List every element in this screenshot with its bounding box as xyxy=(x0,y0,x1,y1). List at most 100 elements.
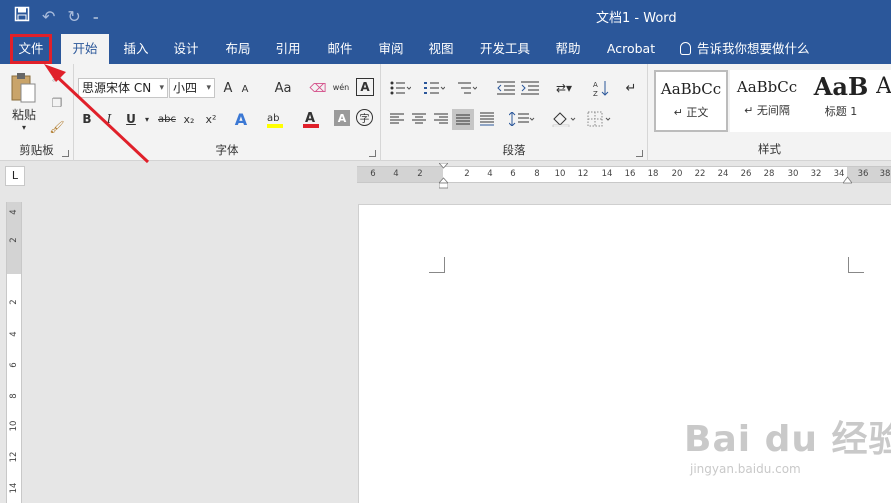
watermark-main: Bai du 经验 xyxy=(684,419,891,460)
align-left-icon[interactable] xyxy=(387,110,407,128)
ruler-tick: 6 xyxy=(9,362,19,368)
tab-review[interactable]: 审阅 xyxy=(369,34,413,64)
svg-text:A: A xyxy=(305,111,315,126)
ruler-tick: 2 xyxy=(9,237,19,243)
style-sample: A xyxy=(876,74,891,99)
ruler-tick: 8 xyxy=(9,393,19,399)
tab-mailings[interactable]: 邮件 xyxy=(318,34,362,64)
ruler-tick: 14 xyxy=(9,482,19,494)
enclose-characters-icon[interactable]: 字 xyxy=(356,109,373,126)
ruler-tick: 16 xyxy=(624,169,636,179)
sort-icon[interactable]: AZ xyxy=(591,78,611,98)
clear-formatting-icon[interactable]: ⌫ xyxy=(308,78,328,98)
paragraph-group: ⇄▾ AZ ↵ 段落 xyxy=(381,64,648,161)
style-normal[interactable]: AaBbCc ↵ 正文 xyxy=(654,70,728,132)
font-size-select[interactable]: 小四 xyxy=(169,78,215,98)
character-border-icon[interactable]: A xyxy=(356,78,374,96)
ribbon-tabs: 文件 开始 插入 设计 布局 引用 邮件 审阅 视图 开发工具 帮助 Acrob… xyxy=(0,34,891,64)
borders-icon[interactable] xyxy=(585,109,615,129)
tab-insert[interactable]: 插入 xyxy=(114,34,158,64)
paste-button[interactable]: 粘贴 ▾ xyxy=(6,70,42,134)
chinese-layout-icon[interactable]: ⇄▾ xyxy=(549,78,579,98)
style-no-spacing[interactable]: AaBbCc ↵ 无间隔 xyxy=(730,70,804,132)
ruler-tick: 26 xyxy=(740,169,752,179)
style-sample: AaBbCc xyxy=(660,80,722,98)
redo-icon[interactable]: ↻ xyxy=(67,7,80,27)
numbering-icon[interactable] xyxy=(421,78,447,98)
ruler-tick: 2 xyxy=(9,299,19,305)
crop-mark xyxy=(848,257,864,273)
paste-icon xyxy=(11,73,36,103)
justify-icon[interactable] xyxy=(452,109,474,130)
grow-font-button[interactable]: A xyxy=(220,78,236,98)
dialog-launcher-icon[interactable] xyxy=(62,150,69,157)
phonetic-guide-button[interactable]: wén xyxy=(330,76,352,98)
ruler-tick: 4 xyxy=(9,209,19,215)
crop-mark xyxy=(429,257,445,273)
undo-icon[interactable]: ↶ xyxy=(42,7,55,27)
styles-gallery: AaBbCc ↵ 正文 AaBbCc ↵ 无间隔 AaB 标题 1 A xyxy=(652,70,891,134)
tab-selector[interactable]: L xyxy=(5,166,25,186)
tab-layout[interactable]: 布局 xyxy=(216,34,260,64)
character-shading-icon[interactable]: A xyxy=(334,110,350,126)
line-spacing-icon[interactable] xyxy=(507,110,537,128)
indent-marker-icon[interactable] xyxy=(439,163,448,189)
format-painter-icon[interactable]: 🖌 xyxy=(48,118,66,136)
font-name-select[interactable]: 思源宋体 CN xyxy=(78,78,168,98)
tab-home[interactable]: 开始 xyxy=(61,34,109,64)
font-group: 思源宋体 CN 小四 A A Aa ⌫ wén A B I U ▾ abc x₂… xyxy=(74,64,381,161)
bullets-icon[interactable] xyxy=(387,78,413,98)
subscript-button[interactable]: x₂ xyxy=(180,110,198,128)
horizontal-ruler[interactable]: 6 4 2 2 4 6 8 10 12 14 16 18 20 22 24 26… xyxy=(357,163,891,189)
text-effects-icon[interactable]: A xyxy=(230,108,252,130)
ribbon-home: 粘贴 ▾ ✂ ❐ 🖌 剪贴板 思源宋体 CN 小四 A A Aa ⌫ wén A… xyxy=(0,64,891,161)
increase-indent-icon[interactable] xyxy=(519,78,541,98)
bold-button[interactable]: B xyxy=(78,110,96,128)
tab-help[interactable]: 帮助 xyxy=(546,34,590,64)
shrink-font-button[interactable]: A xyxy=(238,80,252,98)
decrease-indent-icon[interactable] xyxy=(495,78,517,98)
tab-design[interactable]: 设计 xyxy=(164,34,208,64)
highlight-color-icon[interactable]: ab xyxy=(264,108,286,130)
lightbulb-icon xyxy=(680,42,691,55)
change-case-button[interactable]: Aa xyxy=(268,78,298,98)
ruler-tick: 8 xyxy=(534,169,540,179)
ruler-tick: 2 xyxy=(464,169,470,179)
customize-qat-icon[interactable]: ₌ xyxy=(93,7,99,27)
font-color-icon[interactable]: A xyxy=(300,108,322,130)
dialog-launcher-icon[interactable] xyxy=(636,150,643,157)
paragraph-group-label: 段落 xyxy=(502,143,526,157)
tab-developer[interactable]: 开发工具 xyxy=(472,34,538,64)
ruler-tick: 12 xyxy=(9,451,19,463)
superscript-button[interactable]: x² xyxy=(202,110,220,128)
shading-icon[interactable] xyxy=(549,109,579,129)
style-name: ↵ 正文 xyxy=(673,106,709,119)
style-heading-1[interactable]: AaB 标题 1 xyxy=(804,70,878,132)
tell-me-search[interactable]: 告诉我你想要做什么 xyxy=(680,34,810,64)
ruler-tick: 32 xyxy=(810,169,822,179)
tab-references[interactable]: 引用 xyxy=(266,34,310,64)
strikethrough-button[interactable]: abc xyxy=(156,110,178,128)
tab-view[interactable]: 视图 xyxy=(419,34,463,64)
dialog-launcher-icon[interactable] xyxy=(369,150,376,157)
align-right-icon[interactable] xyxy=(431,110,451,128)
chevron-down-icon[interactable]: ▾ xyxy=(142,110,152,128)
vertical-ruler[interactable]: 4 2 2 4 6 8 10 12 14 xyxy=(6,202,22,503)
svg-text:Z: Z xyxy=(593,90,598,97)
italic-button[interactable]: I xyxy=(100,110,118,128)
distributed-icon[interactable] xyxy=(477,110,497,128)
save-icon[interactable] xyxy=(14,6,30,27)
tab-acrobat[interactable]: Acrobat xyxy=(600,34,662,64)
style-heading-2[interactable]: A xyxy=(876,70,891,132)
cut-icon[interactable]: ✂ xyxy=(48,70,66,88)
multilevel-list-icon[interactable] xyxy=(453,78,479,98)
align-center-icon[interactable] xyxy=(409,110,429,128)
ruler-tick: 4 xyxy=(9,331,19,337)
clipboard-group: 粘贴 ▾ ✂ ❐ 🖌 剪贴板 xyxy=(0,64,74,161)
copy-icon[interactable]: ❐ xyxy=(48,94,66,112)
underline-button[interactable]: U xyxy=(122,110,140,128)
right-indent-marker-icon[interactable] xyxy=(843,176,852,184)
show-marks-icon[interactable]: ↵ xyxy=(621,78,641,98)
ruler-tick: 28 xyxy=(763,169,775,179)
tab-file[interactable]: 文件 xyxy=(10,34,52,64)
